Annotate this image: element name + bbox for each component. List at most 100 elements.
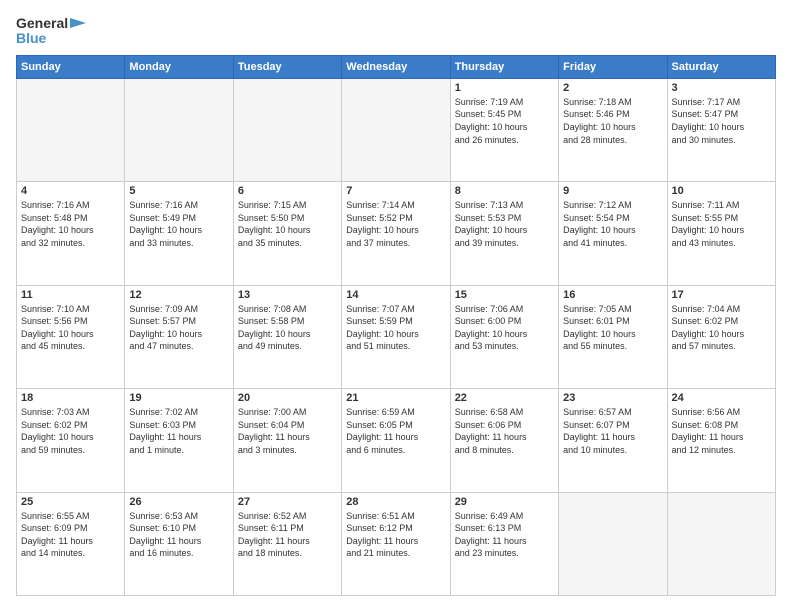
calendar-cell: 7 Sunrise: 7:14 AM Sunset: 5:52 PM Daylig…	[342, 182, 450, 285]
calendar-cell	[125, 78, 233, 181]
page-header: General Blue	[16, 16, 776, 47]
calendar-cell: 6 Sunrise: 7:15 AM Sunset: 5:50 PM Daylig…	[233, 182, 341, 285]
calendar-cell: 8 Sunrise: 7:13 AM Sunset: 5:53 PM Daylig…	[450, 182, 558, 285]
calendar-cell: 17 Sunrise: 7:04 AM Sunset: 6:02 PM Dayli…	[667, 285, 775, 388]
calendar-cell: 9 Sunrise: 7:12 AM Sunset: 5:54 PM Daylig…	[559, 182, 667, 285]
calendar-cell: 15 Sunrise: 7:06 AM Sunset: 6:00 PM Dayli…	[450, 285, 558, 388]
day-number: 6	[238, 185, 337, 197]
day-info: Sunrise: 7:18 AM Sunset: 5:46 PM Dayligh…	[563, 96, 662, 146]
calendar-cell: 18 Sunrise: 7:03 AM Sunset: 6:02 PM Dayli…	[17, 389, 125, 492]
day-info: Sunrise: 7:16 AM Sunset: 5:48 PM Dayligh…	[21, 199, 120, 249]
day-number: 18	[21, 392, 120, 404]
calendar-week-row: 25 Sunrise: 6:55 AM Sunset: 6:09 PM Dayli…	[17, 492, 776, 595]
day-info: Sunrise: 6:51 AM Sunset: 6:12 PM Dayligh…	[346, 510, 445, 560]
calendar-cell: 27Sunrise: 6:52 AM Sunset: 6:11 PM Dayli…	[233, 492, 341, 595]
day-info: Sunrise: 7:00 AM Sunset: 6:04 PM Dayligh…	[238, 406, 337, 456]
calendar-cell: 16 Sunrise: 7:05 AM Sunset: 6:01 PM Dayli…	[559, 285, 667, 388]
calendar-cell	[233, 78, 341, 181]
calendar-cell: 14 Sunrise: 7:07 AM Sunset: 5:59 PM Dayli…	[342, 285, 450, 388]
calendar-cell: 1 Sunrise: 7:19 AM Sunset: 5:45 PM Daylig…	[450, 78, 558, 181]
day-number: 19	[129, 392, 228, 404]
calendar-cell: 24Sunrise: 6:56 AM Sunset: 6:08 PM Dayli…	[667, 389, 775, 492]
calendar-week-row: 4 Sunrise: 7:16 AM Sunset: 5:48 PM Daylig…	[17, 182, 776, 285]
calendar-cell: 10 Sunrise: 7:11 AM Sunset: 5:55 PM Dayli…	[667, 182, 775, 285]
day-info: Sunrise: 7:09 AM Sunset: 5:57 PM Dayligh…	[129, 303, 228, 353]
day-info: Sunrise: 6:49 AM Sunset: 6:13 PM Dayligh…	[455, 510, 554, 560]
day-number: 5	[129, 185, 228, 197]
day-number: 28	[346, 496, 445, 508]
day-info: Sunrise: 7:07 AM Sunset: 5:59 PM Dayligh…	[346, 303, 445, 353]
day-number: 15	[455, 289, 554, 301]
day-info: Sunrise: 7:02 AM Sunset: 6:03 PM Dayligh…	[129, 406, 228, 456]
day-info: Sunrise: 7:11 AM Sunset: 5:55 PM Dayligh…	[672, 199, 771, 249]
day-info: Sunrise: 7:15 AM Sunset: 5:50 PM Dayligh…	[238, 199, 337, 249]
weekday-header-friday: Friday	[559, 55, 667, 78]
day-number: 25	[21, 496, 120, 508]
calendar-header-row: SundayMondayTuesdayWednesdayThursdayFrid…	[17, 55, 776, 78]
calendar-cell: 21Sunrise: 6:59 AM Sunset: 6:05 PM Dayli…	[342, 389, 450, 492]
calendar-cell	[559, 492, 667, 595]
day-number: 24	[672, 392, 771, 404]
calendar-cell: 4 Sunrise: 7:16 AM Sunset: 5:48 PM Daylig…	[17, 182, 125, 285]
day-number: 16	[563, 289, 662, 301]
day-info: Sunrise: 7:04 AM Sunset: 6:02 PM Dayligh…	[672, 303, 771, 353]
day-number: 7	[346, 185, 445, 197]
day-info: Sunrise: 6:59 AM Sunset: 6:05 PM Dayligh…	[346, 406, 445, 456]
day-number: 13	[238, 289, 337, 301]
day-info: Sunrise: 7:16 AM Sunset: 5:49 PM Dayligh…	[129, 199, 228, 249]
weekday-header-saturday: Saturday	[667, 55, 775, 78]
calendar-cell	[342, 78, 450, 181]
day-number: 10	[672, 185, 771, 197]
day-info: Sunrise: 6:57 AM Sunset: 6:07 PM Dayligh…	[563, 406, 662, 456]
day-info: Sunrise: 7:03 AM Sunset: 6:02 PM Dayligh…	[21, 406, 120, 456]
day-number: 20	[238, 392, 337, 404]
day-info: Sunrise: 7:19 AM Sunset: 5:45 PM Dayligh…	[455, 96, 554, 146]
calendar-cell: 19 Sunrise: 7:02 AM Sunset: 6:03 PM Dayli…	[125, 389, 233, 492]
day-number: 23	[563, 392, 662, 404]
calendar-cell: 2 Sunrise: 7:18 AM Sunset: 5:46 PM Daylig…	[559, 78, 667, 181]
day-info: Sunrise: 7:06 AM Sunset: 6:00 PM Dayligh…	[455, 303, 554, 353]
day-info: Sunrise: 7:17 AM Sunset: 5:47 PM Dayligh…	[672, 96, 771, 146]
day-number: 29	[455, 496, 554, 508]
calendar-week-row: 1 Sunrise: 7:19 AM Sunset: 5:45 PM Daylig…	[17, 78, 776, 181]
day-number: 8	[455, 185, 554, 197]
day-number: 22	[455, 392, 554, 404]
calendar-cell: 23 Sunrise: 6:57 AM Sunset: 6:07 PM Dayli…	[559, 389, 667, 492]
day-number: 4	[21, 185, 120, 197]
weekday-header-tuesday: Tuesday	[233, 55, 341, 78]
day-info: Sunrise: 7:13 AM Sunset: 5:53 PM Dayligh…	[455, 199, 554, 249]
day-number: 17	[672, 289, 771, 301]
day-info: Sunrise: 7:08 AM Sunset: 5:58 PM Dayligh…	[238, 303, 337, 353]
calendar-cell: 5 Sunrise: 7:16 AM Sunset: 5:49 PM Daylig…	[125, 182, 233, 285]
calendar-cell: 13 Sunrise: 7:08 AM Sunset: 5:58 PM Dayli…	[233, 285, 341, 388]
weekday-header-monday: Monday	[125, 55, 233, 78]
weekday-header-sunday: Sunday	[17, 55, 125, 78]
day-number: 9	[563, 185, 662, 197]
day-info: Sunrise: 7:10 AM Sunset: 5:56 PM Dayligh…	[21, 303, 120, 353]
day-number: 11	[21, 289, 120, 301]
day-number: 27	[238, 496, 337, 508]
calendar-cell: 26 Sunrise: 6:53 AM Sunset: 6:10 PM Dayli…	[125, 492, 233, 595]
calendar-cell: 25 Sunrise: 6:55 AM Sunset: 6:09 PM Dayli…	[17, 492, 125, 595]
calendar-table: SundayMondayTuesdayWednesdayThursdayFrid…	[16, 55, 776, 596]
day-info: Sunrise: 6:55 AM Sunset: 6:09 PM Dayligh…	[21, 510, 120, 560]
day-number: 3	[672, 82, 771, 94]
calendar-cell	[17, 78, 125, 181]
weekday-header-wednesday: Wednesday	[342, 55, 450, 78]
day-number: 2	[563, 82, 662, 94]
day-number: 26	[129, 496, 228, 508]
day-info: Sunrise: 6:53 AM Sunset: 6:10 PM Dayligh…	[129, 510, 228, 560]
calendar-cell: 22 Sunrise: 6:58 AM Sunset: 6:06 PM Dayli…	[450, 389, 558, 492]
calendar-cell: 20 Sunrise: 7:00 AM Sunset: 6:04 PM Dayli…	[233, 389, 341, 492]
day-info: Sunrise: 7:14 AM Sunset: 5:52 PM Dayligh…	[346, 199, 445, 249]
day-number: 1	[455, 82, 554, 94]
day-info: Sunrise: 7:05 AM Sunset: 6:01 PM Dayligh…	[563, 303, 662, 353]
day-info: Sunrise: 7:12 AM Sunset: 5:54 PM Dayligh…	[563, 199, 662, 249]
weekday-header-thursday: Thursday	[450, 55, 558, 78]
calendar-week-row: 11 Sunrise: 7:10 AM Sunset: 5:56 PM Dayli…	[17, 285, 776, 388]
calendar-cell: 28 Sunrise: 6:51 AM Sunset: 6:12 PM Dayli…	[342, 492, 450, 595]
calendar-cell: 3 Sunrise: 7:17 AM Sunset: 5:47 PM Daylig…	[667, 78, 775, 181]
day-info: Sunrise: 6:58 AM Sunset: 6:06 PM Dayligh…	[455, 406, 554, 456]
calendar-cell: 11 Sunrise: 7:10 AM Sunset: 5:56 PM Dayli…	[17, 285, 125, 388]
day-number: 14	[346, 289, 445, 301]
